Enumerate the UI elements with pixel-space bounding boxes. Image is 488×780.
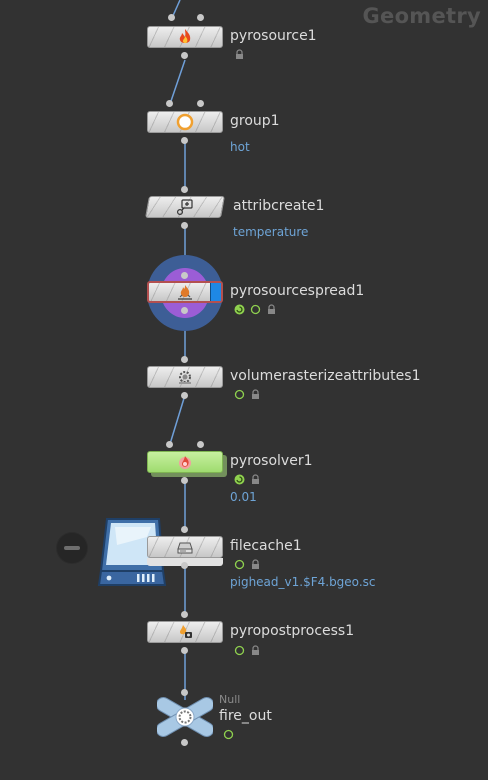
- node-name[interactable]: pyrosource1: [230, 28, 317, 44]
- input-port[interactable]: [181, 526, 188, 533]
- node-parameter: 0.01: [230, 490, 257, 504]
- output-port[interactable]: [181, 52, 188, 59]
- output-port[interactable]: [181, 739, 188, 746]
- lock-icon[interactable]: [250, 474, 261, 485]
- disk-drive-icon: [176, 538, 194, 556]
- output-port[interactable]: [181, 307, 188, 314]
- info-flag-icon[interactable]: [234, 389, 245, 400]
- input-port[interactable]: [181, 272, 188, 279]
- circle-ring-icon: [176, 113, 194, 131]
- lock-icon[interactable]: [250, 559, 261, 570]
- input-port[interactable]: [181, 356, 188, 363]
- output-port[interactable]: [181, 477, 188, 484]
- output-port[interactable]: [181, 222, 188, 229]
- input-port[interactable]: [181, 186, 188, 193]
- info-flag-icon[interactable]: [234, 645, 245, 656]
- input-port[interactable]: [166, 441, 173, 448]
- node-name[interactable]: filecache1: [230, 538, 302, 554]
- output-port[interactable]: [181, 137, 188, 144]
- lock-icon[interactable]: [250, 645, 261, 656]
- display-flag[interactable]: [210, 283, 221, 301]
- fire-icon: [176, 28, 194, 46]
- node-parameter: pighead_v1.$F4.bgeo.sc: [230, 575, 376, 589]
- info-flag-icon[interactable]: [250, 304, 261, 315]
- cook-flag-icon[interactable]: [234, 474, 245, 485]
- node-parameter: temperature: [233, 225, 309, 239]
- node-body[interactable]: [147, 451, 223, 473]
- lock-icon[interactable]: [250, 389, 261, 400]
- cook-flag-icon[interactable]: [234, 304, 245, 315]
- output-port[interactable]: [181, 392, 188, 399]
- postprocess-icon: [176, 623, 194, 641]
- output-port[interactable]: [181, 562, 188, 569]
- fireball-icon: [176, 453, 194, 471]
- node-parameter: hot: [230, 140, 250, 154]
- node-body[interactable]: [147, 111, 223, 133]
- input-port[interactable]: [197, 100, 204, 107]
- node-name[interactable]: group1: [230, 113, 280, 129]
- info-flag-icon[interactable]: [234, 559, 245, 570]
- lock-icon[interactable]: [234, 49, 245, 60]
- node-body[interactable]: [145, 196, 225, 218]
- node-body[interactable]: [147, 281, 223, 303]
- null-node-shape[interactable]: [157, 695, 213, 739]
- input-port[interactable]: [168, 14, 175, 21]
- input-port[interactable]: [197, 441, 204, 448]
- node-name[interactable]: attribcreate1: [233, 198, 324, 214]
- flame-spread-icon: [176, 283, 194, 301]
- attribute-plus-icon: [176, 198, 194, 216]
- node-body[interactable]: [147, 366, 223, 388]
- node-body[interactable]: [147, 536, 223, 558]
- input-port[interactable]: [166, 100, 173, 107]
- output-port[interactable]: [181, 647, 188, 654]
- node-type-label: Null: [219, 693, 241, 706]
- volume-gear-icon: [176, 368, 194, 386]
- node-name[interactable]: fire_out: [219, 708, 272, 724]
- collapse-button[interactable]: [57, 533, 87, 563]
- lock-icon[interactable]: [266, 304, 277, 315]
- node-body[interactable]: [147, 621, 223, 643]
- node-name[interactable]: pyropostprocess1: [230, 623, 354, 639]
- node-name[interactable]: pyrosourcespread1: [230, 283, 364, 299]
- input-port[interactable]: [197, 14, 204, 21]
- node-name[interactable]: pyrosolver1: [230, 453, 313, 469]
- input-port[interactable]: [181, 611, 188, 618]
- info-flag-icon[interactable]: [223, 729, 234, 740]
- node-body[interactable]: [147, 26, 223, 48]
- network-context-label: Geometry: [362, 4, 481, 28]
- node-name[interactable]: volumerasterizeattributes1: [230, 368, 420, 384]
